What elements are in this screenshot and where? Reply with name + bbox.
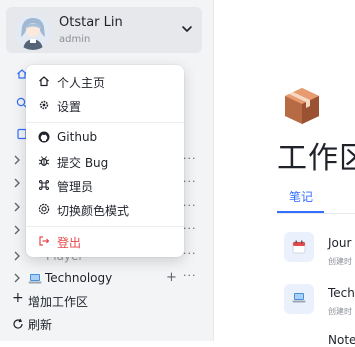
doc-title: Jour [328, 236, 352, 250]
command-icon [38, 179, 50, 191]
menu-item-logout[interactable]: 登出 [26, 231, 184, 253]
chevron-right-icon[interactable] [12, 201, 22, 213]
workspace-title: 工作区 [277, 141, 355, 176]
plus-icon[interactable]: + [166, 270, 177, 285]
chevron-right-icon[interactable] [12, 154, 22, 166]
menu-item-toggle-theme[interactable]: 切换颜色模式 [26, 199, 184, 221]
workspace-label: Technology [45, 271, 113, 285]
calendar-icon [292, 240, 306, 254]
laptop-icon [28, 274, 42, 284]
menu-item-report-bug[interactable]: 提交 Bug [26, 151, 184, 173]
chevron-right-icon [14, 273, 20, 283]
menu-item-label: 切换颜色模式 [57, 204, 130, 218]
menu-item-label: 管理员 [57, 180, 94, 194]
more-icon[interactable]: ··· [183, 247, 197, 260]
menu-item-label: 登出 [57, 236, 82, 250]
tabs-divider [277, 213, 355, 214]
menu-item-admin[interactable]: 管理员 [26, 175, 184, 197]
plus-icon: + [12, 290, 24, 306]
menu-divider [26, 226, 184, 227]
doc-created-at: 创建时 [328, 307, 352, 316]
user-name: Otstar Lin [59, 15, 123, 30]
logout-icon [39, 236, 50, 246]
gear-icon [39, 100, 49, 110]
user-menu-trigger[interactable]: Otstar Lin admin [6, 7, 202, 53]
doc-title: Note [328, 333, 355, 347]
more-icon[interactable]: ··· [183, 222, 197, 235]
refresh-label: 刷新 [28, 318, 53, 332]
tab-notes[interactable]: 笔记 [289, 188, 313, 205]
user-role: admin [59, 34, 91, 45]
doc-icon-box [284, 232, 314, 262]
more-icon[interactable]: ··· [183, 175, 197, 188]
more-icon[interactable]: ··· [183, 152, 197, 165]
doc-icon-box [284, 284, 314, 314]
bug-icon [38, 156, 50, 167]
menu-item-label: 提交 Bug [57, 156, 109, 170]
chevron-right-icon[interactable] [12, 177, 22, 189]
menu-item-label: Github [57, 130, 98, 144]
menu-item-label: 个人主页 [57, 76, 106, 90]
menu-item-settings[interactable]: 设置 [26, 95, 184, 117]
chevron-down-icon [182, 26, 192, 32]
more-icon[interactable]: ··· [183, 269, 197, 282]
add-workspace-button[interactable]: + 增加工作区 [0, 290, 213, 312]
menu-item-profile[interactable]: 个人主页 [26, 71, 184, 93]
user-dropdown-menu: 个人主页 设置 Github 提交 Bug 管理员 切换颜色模式 登出 [26, 65, 184, 257]
github-icon [38, 131, 50, 143]
home-icon [39, 76, 49, 87]
menu-item-label: 设置 [57, 100, 82, 114]
workspace-logo-icon [285, 88, 319, 124]
refresh-icon [13, 318, 23, 329]
doc-created-at: 创建时 [328, 257, 352, 266]
avatar [15, 14, 51, 50]
chevron-right-icon [14, 251, 20, 261]
refresh-button[interactable]: 刷新 [0, 313, 213, 335]
menu-divider [26, 122, 184, 123]
menu-item-github[interactable]: Github [26, 127, 184, 149]
chevron-right-icon[interactable] [12, 224, 22, 236]
laptop-icon [292, 293, 306, 303]
sidebar-item-technology[interactable]: Technology + ··· [0, 268, 213, 290]
doc-title: Tech [328, 286, 355, 300]
more-icon[interactable]: ··· [183, 199, 197, 212]
add-workspace-label: 增加工作区 [28, 295, 89, 309]
theme-icon [38, 203, 50, 215]
